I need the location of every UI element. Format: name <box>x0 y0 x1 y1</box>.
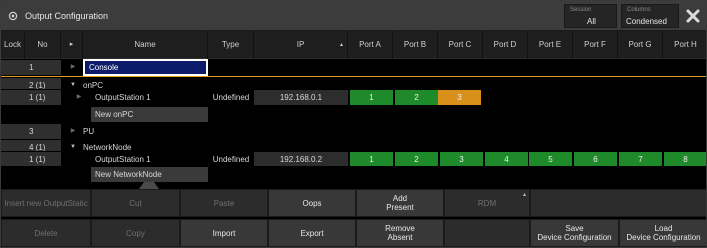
header-port-a[interactable]: Port A <box>348 31 393 59</box>
load-device-configuration-button[interactable]: Load Device Configuration <box>619 219 706 247</box>
copy-button[interactable]: Copy <box>91 219 180 247</box>
add-present-line1: Add <box>392 194 408 203</box>
header-expand[interactable]: ▸ <box>61 31 83 59</box>
port-c-cell[interactable]: 3 <box>440 152 483 167</box>
window-title: Output Configuration <box>25 11 109 21</box>
port-b-cell[interactable]: 2 <box>395 90 438 105</box>
type-cell[interactable]: Undefined <box>208 152 254 167</box>
add-present-line2: Present <box>386 203 414 212</box>
header-no[interactable]: No <box>25 31 61 59</box>
name-cell[interactable]: PU <box>79 124 208 139</box>
lock-cell[interactable] <box>1 90 25 105</box>
header-lock[interactable]: Lock <box>1 31 25 59</box>
load-line1: Load <box>654 224 673 233</box>
no-cell[interactable]: 1 <box>25 60 61 75</box>
load-line2: Device Configuration <box>626 233 701 242</box>
save-line1: Save <box>565 224 584 233</box>
header-port-e[interactable]: Port E <box>528 31 573 59</box>
port-a-cell[interactable]: 1 <box>350 152 393 167</box>
name-cell[interactable]: OutputStation 1 <box>91 90 208 105</box>
output-configuration-window: Output Configuration Session All Columns… <box>0 0 707 248</box>
name-cell-selected[interactable]: Console <box>83 59 208 76</box>
header-port-c[interactable]: Port C <box>438 31 483 59</box>
new-networknode-cell[interactable]: New NetworkNode <box>91 167 208 182</box>
header-port-g[interactable]: Port G <box>618 31 663 59</box>
port-h-cell[interactable]: 8 <box>664 152 706 167</box>
header-port-h[interactable]: Port H <box>663 31 706 59</box>
table-row-new-onpc[interactable]: New onPC <box>1 106 706 123</box>
sort-ascending-icon: ▲ <box>339 42 344 48</box>
port-b-cell[interactable]: 2 <box>395 152 438 167</box>
collapsed-arrow-icon[interactable]: ▶ <box>73 90 85 105</box>
columns-value: Condensed <box>626 17 667 26</box>
ip-cell[interactable]: 192.168.0.1 <box>254 90 348 105</box>
cut-button[interactable]: Cut <box>91 189 180 217</box>
columns-label: Columns <box>627 7 651 13</box>
no-cell[interactable]: 1 (1) <box>25 90 61 105</box>
lock-cell[interactable] <box>1 152 25 167</box>
no-cell[interactable]: 1 (1) <box>25 152 61 167</box>
port-g-cell[interactable]: 7 <box>619 152 662 167</box>
table-row-outputstation[interactable]: 1 (1) ▶ OutputStation 1 Undefined 192.16… <box>1 89 706 106</box>
session-label: Session <box>570 7 592 13</box>
empty-button-slot <box>530 189 706 217</box>
no-cell[interactable]: 3 <box>25 124 61 139</box>
port-a-cell[interactable]: 1 <box>350 90 393 105</box>
header-type[interactable]: Type <box>208 31 254 59</box>
table-row-console[interactable]: 1 ▶ Console <box>1 59 706 76</box>
remove-absent-button[interactable]: Remove Absent <box>356 219 444 247</box>
title-bar: Output Configuration Session All Columns… <box>1 1 706 31</box>
add-present-button[interactable]: Add Present <box>356 189 444 217</box>
table-header: Lock No ▸ Name Type IP ▲ Port A Port B P… <box>1 31 706 59</box>
lock-cell[interactable] <box>1 124 25 139</box>
insert-output-station-button[interactable]: Insert new OutputStatic <box>1 189 91 217</box>
ip-cell[interactable]: 192.168.0.2 <box>254 152 348 167</box>
import-button[interactable]: Import <box>180 219 268 247</box>
session-value: All <box>587 17 596 26</box>
port-f-cell[interactable]: 6 <box>574 152 617 167</box>
header-port-b[interactable]: Port B <box>393 31 438 59</box>
new-onpc-cell[interactable]: New onPC <box>91 107 208 122</box>
export-button[interactable]: Export <box>268 219 356 247</box>
header-port-d[interactable]: Port D <box>483 31 528 59</box>
table-row-new-networknode[interactable]: New NetworkNode <box>1 166 706 183</box>
oops-button[interactable]: Oops <box>268 189 356 217</box>
rdm-label: RDM <box>477 198 497 208</box>
header-port-f[interactable]: Port F <box>573 31 618 59</box>
paste-button[interactable]: Paste <box>180 189 268 217</box>
scroll-thumb[interactable] <box>139 181 159 189</box>
gear-icon[interactable] <box>8 11 18 21</box>
collapsed-arrow-icon[interactable]: ▶ <box>67 60 79 75</box>
name-cell[interactable]: OutputStation 1 <box>91 152 208 167</box>
save-line2: Device Configuration <box>537 233 612 242</box>
port-e-cell[interactable]: 5 <box>529 152 572 167</box>
empty-button-slot <box>444 219 530 247</box>
header-name[interactable]: Name <box>83 31 208 59</box>
lock-cell[interactable] <box>1 60 25 75</box>
type-cell[interactable]: Undefined <box>208 90 254 105</box>
rdm-button[interactable]: RDM ▲ <box>444 189 530 217</box>
close-icon[interactable] <box>684 7 702 25</box>
remove-absent-line2: Absent <box>387 233 413 242</box>
port-d-cell[interactable]: 4 <box>485 152 528 167</box>
dropdown-marker-icon: ▲ <box>522 192 527 198</box>
session-selector[interactable]: Session All <box>564 4 617 28</box>
header-ip-label: IP <box>296 40 305 49</box>
save-device-configuration-button[interactable]: Save Device Configuration <box>530 219 619 247</box>
remove-absent-line1: Remove <box>385 224 415 233</box>
port-c-cell[interactable]: 3 <box>438 90 481 105</box>
header-ip[interactable]: IP ▲ <box>254 31 348 59</box>
collapsed-arrow-icon[interactable]: ▶ <box>67 124 79 139</box>
table-row-pu[interactable]: 3 ▶ PU <box>1 123 706 140</box>
columns-selector[interactable]: Columns Condensed <box>621 4 679 28</box>
delete-button[interactable]: Delete <box>1 219 91 247</box>
